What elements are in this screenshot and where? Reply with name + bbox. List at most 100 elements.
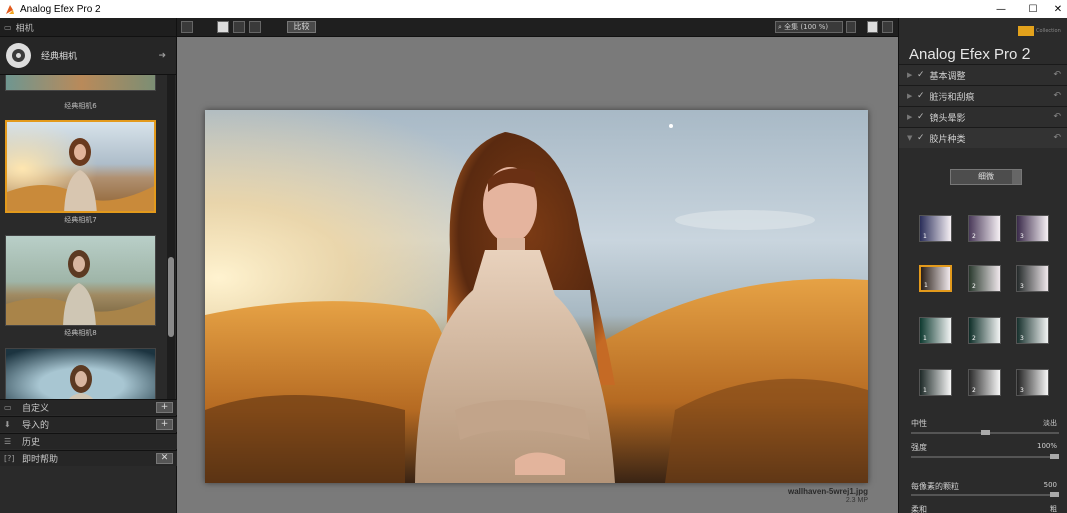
compare-button[interactable]: 比较 [287,21,316,33]
hard-label: 粗 [1050,505,1057,513]
soft-label: 柔和 [911,505,927,513]
check-icon[interactable]: ✓ [917,133,925,143]
slider-knob[interactable] [1050,454,1059,459]
preset-thumbnail-list[interactable]: 经典相机6 经典相机7 经典相机8 [0,75,167,409]
strength-slider[interactable] [911,454,1059,459]
swatch-number: 3 [1020,387,1024,394]
preset-thumbnail[interactable] [5,235,156,326]
chevron-right-icon[interactable]: ▶ [907,113,917,121]
section-history[interactable]: ☰ 历史 [0,433,177,449]
product-name: Analog Efex Pro 2 [909,46,1031,63]
section-label: 镜头晕影 [929,113,966,124]
window-title: Analog Efex Pro 2 [20,3,101,15]
check-icon[interactable]: ✓ [917,91,925,101]
film-swatch[interactable]: 2 [968,215,1001,242]
background-toggle-icon[interactable] [867,21,878,33]
section-dirt-scratches[interactable]: ▶ ✓ 脏污和刮痕 ↶ [899,85,1067,106]
chevron-right-icon[interactable]: ▶ [907,71,917,79]
film-swatch[interactable]: 1 [919,317,952,344]
film-swatch[interactable]: 3 [1016,215,1049,242]
grain-slider[interactable] [911,492,1059,497]
film-swatch[interactable]: 3 [1016,265,1049,292]
side-by-side-view-icon[interactable] [249,21,261,33]
check-icon[interactable]: ✓ [917,112,925,122]
panel-toggle-icon[interactable] [181,21,193,33]
neutral-fade-slider[interactable] [911,430,1059,435]
swatch-number: 3 [1020,335,1024,342]
strength-label: 强度 [911,443,927,452]
film-swatch[interactable]: 1 [919,369,952,396]
fade-label: 淡出 [1043,419,1057,427]
title-bar: Analog Efex Pro 2 — ☐ ✕ [0,0,1067,18]
camera-header[interactable]: ▭ 相机 [0,18,176,37]
help-icon: [?] [4,454,15,463]
camera-lens-icon [6,43,31,68]
camera-select-row[interactable]: 经典相机 ➜ [0,37,176,75]
section-help-label: 即时帮助 [22,455,59,465]
zoom-arrow-icon[interactable] [846,21,856,33]
reset-icon[interactable]: ↶ [1053,112,1061,122]
film-swatch[interactable]: 1 [919,215,952,242]
check-icon[interactable]: ✓ [917,70,925,80]
slider-knob[interactable] [1050,492,1059,497]
folder-icon: ▭ [4,403,12,412]
preset-label: 经典相机7 [64,216,97,224]
film-swatch[interactable]: 2 [968,317,1001,344]
swatch-number: 1 [924,282,928,289]
zoom-value: 全集 (100 %) [784,23,829,31]
camera-icon: ▭ [4,22,12,32]
swatch-number: 1 [923,387,927,394]
single-view-icon[interactable] [217,21,229,33]
minimize-button[interactable]: — [983,0,1019,18]
app-window: Analog Efex Pro 2 — ☐ ✕ ▭ 相机 经典相机 ➜ 经典相机… [0,0,1067,513]
split-view-icon[interactable] [233,21,245,33]
section-custom[interactable]: ▭ 自定义 + [0,399,177,415]
close-help-button[interactable]: ✕ [156,453,173,464]
film-type-dropdown[interactable]: 细微 [950,169,1022,185]
section-help[interactable]: [?] 即时帮助 ✕ [0,450,177,466]
grain-label: 每像素的颗粒 [911,482,959,491]
preview-canvas[interactable]: wallhaven-5wrej1.jpg 2.3 MP [177,37,898,513]
swatch-number: 2 [972,335,976,342]
section-film-type[interactable]: ▼ ✓ 胶片种类 ↶ [899,127,1067,148]
film-swatch[interactable]: 3 [1016,369,1049,396]
swatch-number: 3 [1020,233,1024,240]
section-lens-vignette[interactable]: ▶ ✓ 镜头晕影 ↶ [899,106,1067,127]
file-info: wallhaven-5wrej1.jpg 2.3 MP [788,487,868,505]
film-swatch[interactable]: 2 [968,369,1001,396]
zoom-select[interactable]: ⌕ 全集 (100 %) [775,21,843,33]
file-megapixels: 2.3 MP [845,497,868,504]
loupe-icon[interactable] [882,21,893,33]
section-basic-adjustments[interactable]: ▶ ✓ 基本调整 ↶ [899,64,1067,85]
swatch-number: 2 [972,387,976,394]
history-icon: ☰ [4,437,12,446]
app-logo-icon [4,4,15,15]
slider-knob[interactable] [981,430,990,435]
left-panel: ▭ 相机 经典相机 ➜ 经典相机6 经典相机7 经典相机8 ▭ 自定义 + ⬇ … [0,18,177,513]
swatch-number: 1 [923,335,927,342]
section-custom-label: 自定义 [22,404,50,414]
close-button[interactable]: ✕ [1040,0,1067,18]
preset-thumbnail-selected[interactable] [5,120,156,213]
reset-icon[interactable]: ↶ [1053,91,1061,101]
reset-icon[interactable]: ↶ [1053,70,1061,80]
thumbnail-scrollbar[interactable] [167,75,175,409]
film-swatch[interactable]: 3 [1016,317,1049,344]
chevron-down-icon[interactable]: ▼ [907,134,917,142]
chevron-right-icon[interactable]: ▶ [907,92,917,100]
preset-label: 经典相机8 [64,329,97,337]
scrollbar-thumb[interactable] [168,257,174,337]
add-imported-button[interactable]: + [156,419,173,430]
preview-toolbar: 比较 ⌕ 全集 (100 %) [177,18,898,37]
add-custom-button[interactable]: + [156,402,173,413]
preset-thumbnail[interactable] [5,75,156,91]
film-swatch[interactable]: 1 [919,265,952,292]
reset-icon[interactable]: ↶ [1053,133,1061,143]
section-label: 胶片种类 [929,134,966,145]
swatch-number: 3 [1020,283,1024,290]
swatch-number: 2 [972,233,976,240]
camera-header-label: 相机 [15,23,34,34]
film-swatch[interactable]: 2 [968,265,1001,292]
arrow-right-icon[interactable]: ➜ [158,51,166,61]
section-imported[interactable]: ⬇ 导入的 + [0,416,177,432]
